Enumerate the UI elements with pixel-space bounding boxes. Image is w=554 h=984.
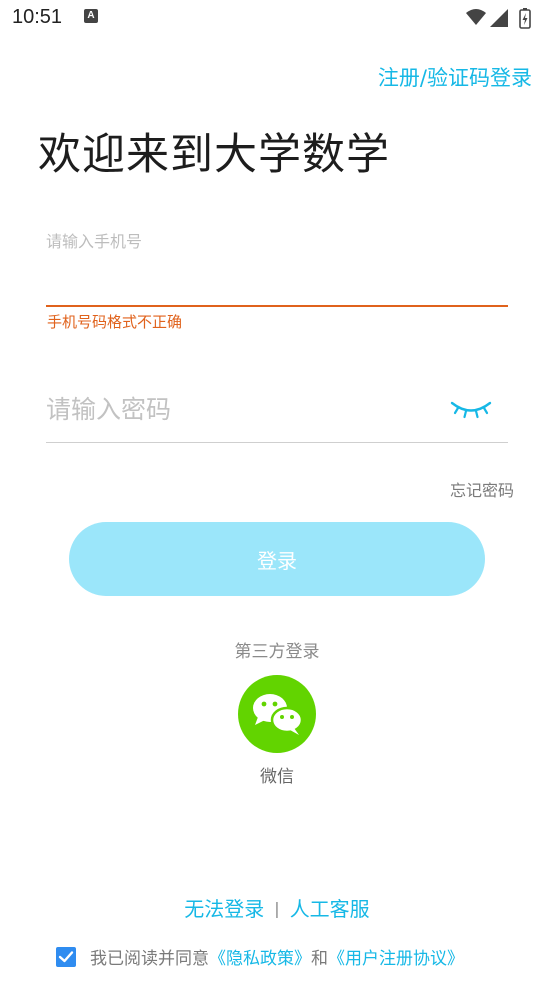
status-time: 10:51	[12, 6, 63, 28]
help-row: 无法登录 | 人工客服	[0, 893, 554, 922]
wechat-icon	[253, 694, 304, 735]
password-underline	[46, 442, 508, 443]
signal-icon	[490, 9, 508, 27]
notification-icon: A	[84, 9, 98, 23]
customer-service-link[interactable]: 人工客服	[290, 897, 370, 921]
phone-underline	[46, 305, 508, 307]
battery-icon	[519, 8, 531, 29]
page-title: 欢迎来到大学数学	[38, 130, 390, 180]
check-icon	[58, 950, 74, 962]
agreement-checkbox[interactable]	[56, 946, 76, 967]
help-separator: |	[274, 899, 280, 918]
cannot-login-link[interactable]: 无法登录	[184, 897, 264, 921]
third-party-login-label: 第三方登录	[234, 642, 320, 662]
agreement-prefix: 我已阅读并同意	[90, 949, 209, 969]
wechat-label: 微信	[260, 767, 294, 787]
wifi-icon	[466, 9, 486, 25]
register-verification-login-link[interactable]: 注册/验证码登录	[378, 62, 532, 92]
privacy-policy-link[interactable]: 《隐私政策》	[209, 944, 311, 969]
user-agreement-link[interactable]: 《用户注册协议》	[328, 944, 464, 969]
password-input[interactable]	[46, 390, 426, 428]
forgot-password-link[interactable]: 忘记密码	[450, 477, 514, 501]
wechat-login-button[interactable]	[238, 675, 316, 753]
phone-error-message: 手机号码格式不正确	[47, 313, 183, 331]
status-icons	[466, 8, 531, 29]
eye-closed-icon[interactable]	[450, 396, 492, 422]
agreement-and: 和	[311, 949, 328, 969]
login-button[interactable]: 登录	[69, 522, 485, 596]
agreement-row: 我已阅读并同意 《隐私政策》和《用户注册协议》	[56, 944, 464, 969]
phone-input[interactable]	[46, 224, 506, 258]
